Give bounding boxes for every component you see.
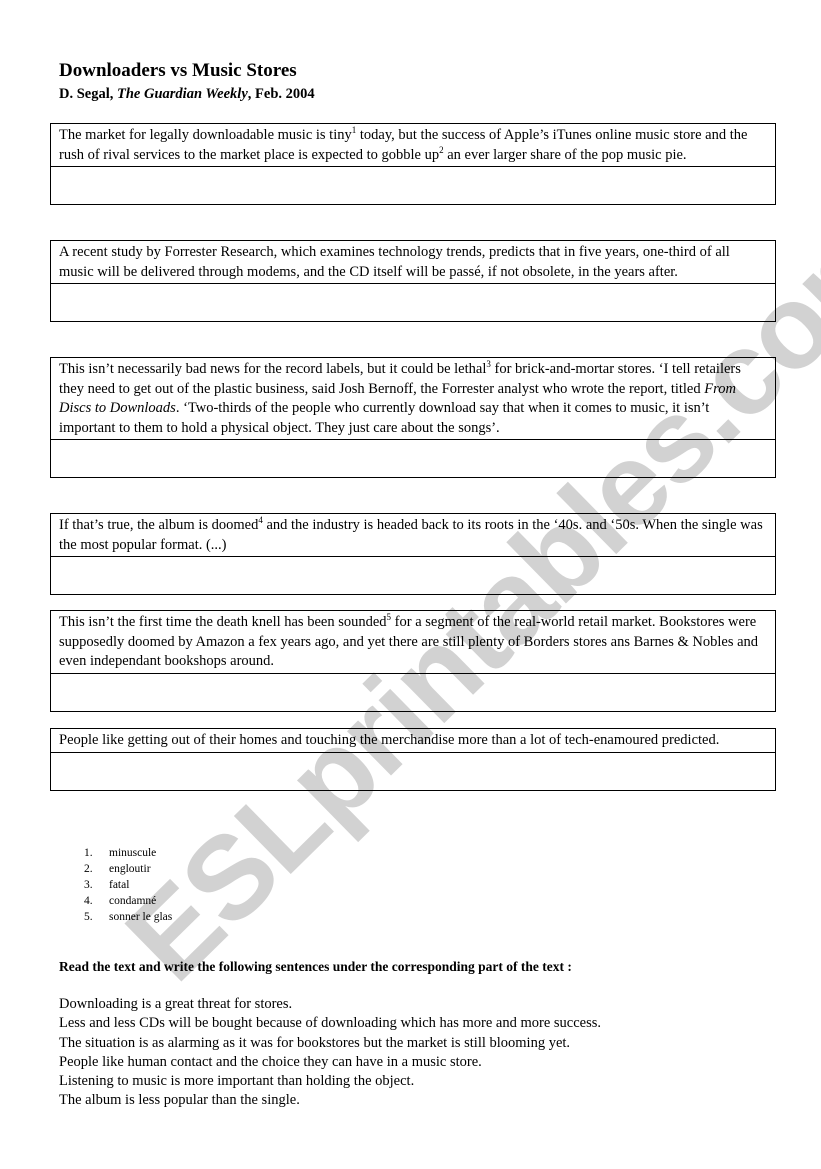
date: , Feb. 2004 [247,86,315,102]
footnote-marker: 2 [439,144,444,155]
footnote-marker: 3 [486,359,491,369]
sentence-item: The situation is as alarming as it was f… [59,1034,571,1051]
publication: The Guardian Weekly [117,86,248,102]
glossary-term: minuscule [109,847,157,859]
sentence-item: People like human contact and the choice… [59,1053,482,1070]
sentence-list: Downloading is a great threat for stores… [59,995,601,1111]
glossary-number: 1. [84,847,93,859]
glossary-item: 4. condamné [84,893,172,909]
glossary-term: fatal [109,879,130,891]
answer-space[interactable] [51,440,775,477]
glossary-number: 5. [84,911,93,923]
passage-text: People like getting out of their homes a… [51,729,775,753]
byline: D. Segal, The Guardian Weekly, Feb. 2004 [59,85,315,103]
sentence-item: Less and less CDs will be bought because… [59,1015,602,1032]
passage-text: If that’s true, the album is doomed4 and… [51,514,775,557]
author: D. Segal, [59,86,117,102]
passage-box: If that’s true, the album is doomed4 and… [50,513,776,595]
glossary-number: 3. [84,879,93,891]
passage-box: People like getting out of their homes a… [50,728,776,791]
passage-text: A recent study by Forrester Research, wh… [51,241,775,284]
glossary-item: 1. minuscule [84,845,172,861]
passage-box: This isn’t the first time the death knel… [50,610,776,712]
footnote-marker: 5 [386,612,392,622]
exercise-instruction: Read the text and write the following se… [59,959,572,974]
answer-space[interactable] [51,284,775,321]
glossary-list: 1. minuscule 2. engloutir 3. fatal 4. condam… [84,845,172,925]
sentence-item: Listening to music is more important tha… [59,1073,415,1090]
glossary-term: condamné [109,895,157,907]
passage-text: The market for legally downloadable musi… [51,124,775,167]
glossary-item: 2. engloutir [84,861,172,877]
glossary-term: sonner le glas [109,911,173,923]
passage-box: A recent study by Forrester Research, wh… [50,240,776,322]
sentence-item: The album is less popular than the singl… [59,1092,300,1109]
passage-box: The market for legally downloadable musi… [50,123,776,205]
passage-box: This isn’t necessarily bad news for the … [50,357,776,478]
italic-title: From Discs to Downloads [59,380,736,417]
glossary-number: 4. [84,895,93,907]
answer-space[interactable] [51,753,775,790]
glossary-number: 2. [84,863,93,875]
footnote-marker: 4 [258,515,263,525]
footnote-marker: 1 [351,125,357,135]
passage-text: This isn’t necessarily bad news for the … [51,358,775,440]
answer-space[interactable] [51,674,775,711]
glossary-term: engloutir [109,863,151,875]
glossary-item: 5. sonner le glas [84,909,172,925]
passage-text: This isn’t the first time the death knel… [51,611,775,674]
page-title: Downloaders vs Music Stores [59,60,297,81]
answer-space[interactable] [51,167,775,204]
answer-space[interactable] [51,557,775,594]
glossary-item: 3. fatal [84,877,172,893]
sentence-item: Downloading is a great threat for stores… [59,996,293,1012]
